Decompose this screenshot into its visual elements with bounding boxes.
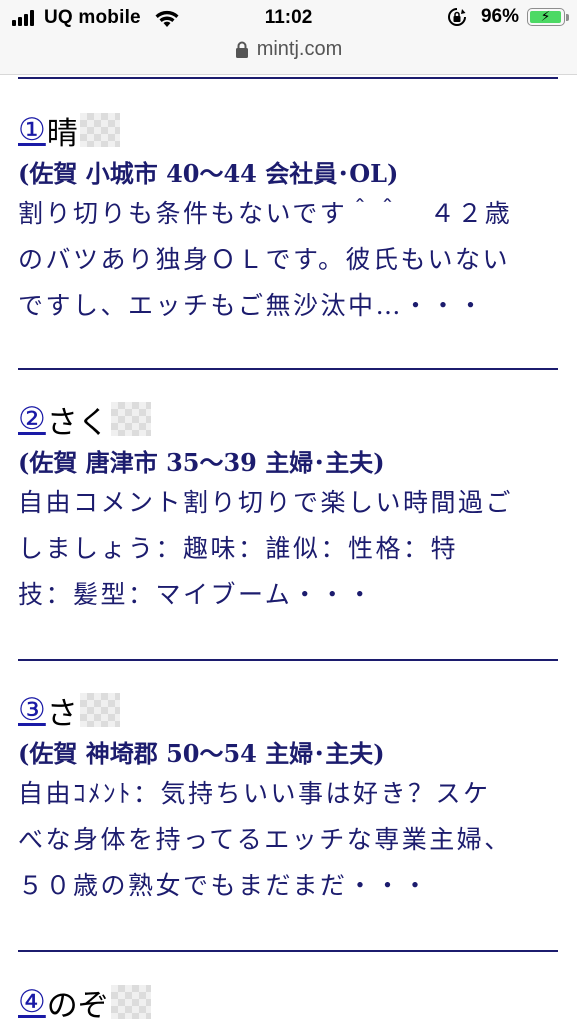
description-line: べな身体を持ってるエッチな専業主婦、 xyxy=(18,825,512,854)
entry-title: ③さ xyxy=(18,687,563,733)
entry-title: ④ のぞ xyxy=(18,979,563,1025)
entry-description: 自由ｺﾒﾝﾄ：気持ちいい事は好き？スケ べな身体を持ってるエッチな専業主婦、 ５… xyxy=(18,771,563,909)
description-line: 自由コメント割り切りで楽しい時間過ご xyxy=(18,488,514,517)
divider xyxy=(18,659,558,661)
battery-icon: ⚡ xyxy=(527,8,569,26)
url-text: mintj.com xyxy=(256,38,343,60)
description-line: 技：髪型：マイブーム・・・ xyxy=(18,580,375,609)
description-line: 自由ｺﾒﾝﾄ：気持ちいい事は好き？スケ xyxy=(18,779,491,808)
padlock-icon xyxy=(235,41,248,58)
entry-number-link[interactable]: ③ xyxy=(18,692,46,728)
divider xyxy=(18,77,558,79)
description-line: ５０歳の熟女でもまだまだ・・・ xyxy=(18,871,431,900)
pixelated-name xyxy=(110,402,151,436)
entry-number-link[interactable]: ① xyxy=(18,112,46,148)
list-item: ④ のぞ xyxy=(18,979,563,1025)
rotation-lock-icon xyxy=(448,8,466,26)
url-display[interactable]: mintj.com xyxy=(235,38,343,61)
entry-meta: (佐賀 唐津市 35～39 主婦･主夫) xyxy=(18,448,385,477)
url-bar[interactable]: mintj.com xyxy=(0,38,577,75)
divider xyxy=(18,950,558,952)
entry-description: 割り切りも条件もないです＾＾ ４２歳 のバツあり独身ＯＬです。彼氏もいない です… xyxy=(18,191,563,329)
entry-name: さ xyxy=(46,695,78,732)
description-line: のバツあり独身ＯＬです。彼氏もいない xyxy=(18,245,511,274)
status-bar: UQ mobile 11:02 96% ⚡ xyxy=(0,0,577,38)
list-item: ② さく (佐賀 唐津市 35～39 主婦･主夫) 自由コメント割り切りで楽しい時… xyxy=(18,396,563,618)
entry-number-link[interactable]: ② xyxy=(18,401,46,437)
entry-name: さく xyxy=(46,404,109,441)
battery-tip xyxy=(566,14,569,21)
pixelated-name xyxy=(79,113,120,147)
description-line: 割り切りも条件もないです＾＾ ４２歳 xyxy=(18,199,513,228)
list-item: ①晴 (佐賀 小城市 40～44 会社員･OL) 割り切りも条件もないです＾＾ … xyxy=(18,107,563,329)
entry-title: ①晴 xyxy=(18,107,563,153)
entry-meta: (佐賀 小城市 40～44 会社員･OL) xyxy=(18,159,399,188)
description-line: しましょう：趣味：誰似：性格：特 xyxy=(18,534,459,563)
entry-number-link[interactable]: ④ xyxy=(18,984,46,1020)
charging-bolt-icon: ⚡ xyxy=(540,8,551,24)
entry-title: ② さく xyxy=(18,396,563,442)
status-right: 96% ⚡ xyxy=(447,6,569,28)
list-item: ③さ (佐賀 神埼郡 50～54 主婦･主夫) 自由ｺﾒﾝﾄ：気持ちいい事は好き… xyxy=(18,687,563,909)
pixelated-name xyxy=(79,693,120,727)
divider xyxy=(18,368,558,370)
entry-name: のぞ xyxy=(46,987,109,1024)
entry-meta: (佐賀 神埼郡 50～54 主婦･主夫) xyxy=(18,739,385,768)
entry-name: 晴 xyxy=(46,115,78,152)
description-line: ですし、エッチもご無沙汰中…・・・ xyxy=(18,291,486,320)
pixelated-name xyxy=(110,985,151,1019)
entry-description: 自由コメント割り切りで楽しい時間過ご しましょう：趣味：誰似：性格：特 技：髪型… xyxy=(18,480,563,618)
battery-percent: 96% xyxy=(480,6,519,27)
